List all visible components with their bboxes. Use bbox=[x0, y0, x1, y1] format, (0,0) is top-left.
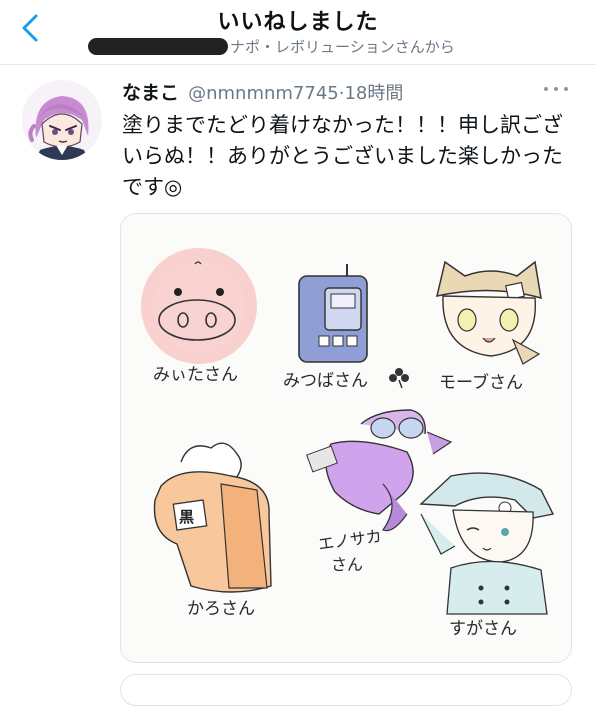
more-dot bbox=[554, 87, 558, 91]
next-tweet-card[interactable] bbox=[120, 674, 572, 706]
label-miita: みぃたさん bbox=[153, 365, 238, 385]
label-karo: かろさん bbox=[187, 599, 255, 619]
label-enosaka-2: さん bbox=[331, 555, 363, 574]
header-divider bbox=[0, 64, 596, 65]
tweet-text: 塗りまでたどり着けなかった！！！申し訳ございらぬ！！ありがとうございました楽しか… bbox=[122, 113, 563, 199]
page-title: いいねしました bbox=[217, 10, 379, 35]
redacted-username bbox=[88, 37, 228, 55]
header-subtitle: ナポ・レボリューションさんから bbox=[88, 36, 455, 56]
tweet-timestamp[interactable]: 18時間 bbox=[344, 83, 403, 104]
sketch-illustration: みぃたさん みつばさん モーブさん 黒 かろさん エノサカ さん すがさん bbox=[121, 214, 571, 662]
more-options-button[interactable] bbox=[544, 80, 568, 98]
label-mobu: モーブさん bbox=[439, 372, 523, 393]
phone-drawing bbox=[298, 264, 368, 363]
avatar-image bbox=[22, 80, 102, 160]
tweet-media-image[interactable]: みぃたさん みつばさん モーブさん 黒 かろさん エノサカ さん すがさん bbox=[120, 213, 572, 663]
avatar[interactable] bbox=[22, 80, 102, 160]
more-horizontal-icon bbox=[544, 87, 548, 91]
user-handle[interactable]: @nmnmnm7745 bbox=[188, 83, 339, 104]
top-bar: いいねしました ナポ・レボリューションさんから bbox=[0, 0, 596, 64]
label-suga: すがさん bbox=[449, 619, 517, 639]
display-name[interactable]: なまこ bbox=[122, 82, 179, 104]
liked-by-text: ナポ・レボリューションさんから bbox=[230, 37, 455, 56]
tweet-meta: なまこ @nmnmnm7745·18時間 bbox=[122, 78, 576, 106]
sign-character: 黒 bbox=[179, 508, 194, 526]
more-dot bbox=[564, 87, 568, 91]
label-mitsuba: みつばさん bbox=[283, 371, 368, 391]
pig-drawing bbox=[141, 248, 257, 364]
